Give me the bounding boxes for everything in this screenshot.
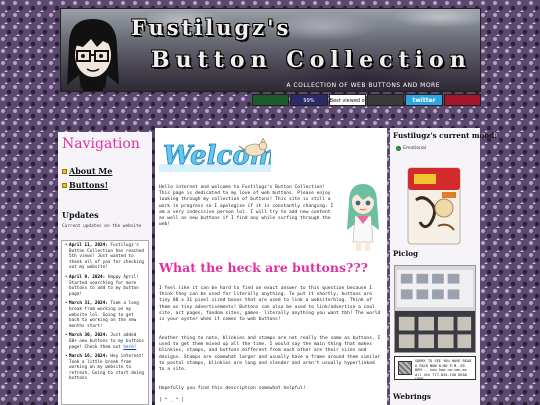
chibi-character-image <box>347 184 379 251</box>
strip-button-3[interactable]: Best viewed on desktop <box>328 94 366 106</box>
update-item: March 31, 2024: Took a long break from w… <box>65 301 145 329</box>
stamp-icon <box>398 361 412 375</box>
piclog-title: Piclog <box>393 249 419 258</box>
strip-button-2[interactable]: 99% <box>290 94 328 106</box>
right-sidebar-panel: Fustilugz's current mood: Emotional Picl… <box>390 128 497 405</box>
updates-title: Updates <box>62 210 99 220</box>
mood-icon <box>396 146 401 151</box>
main-content-panel: Welcome Hello internet and welcome to Fu… <box>155 128 387 405</box>
mood-title: Fustilugz's current mood: <box>393 131 497 140</box>
strip-button-5[interactable]: twitter <box>405 94 443 106</box>
mood-status: Emotional <box>396 146 426 151</box>
nav-link-label: Buttons! <box>69 180 109 190</box>
intro-paragraph: Hello internet and welcome to Fustilugz'… <box>159 185 334 228</box>
update-item: March 30, 2024: Just added 60+ new butto… <box>65 333 145 350</box>
site-title-line-2: Button Collection <box>151 47 472 73</box>
header-banner: Fustilugz's Button Collection A COLLECTI… <box>60 8 481 92</box>
instant-noodle-image <box>407 167 461 245</box>
update-item: April 9, 2024: Happy April! Started sear… <box>65 275 145 297</box>
site-title-line-1: Fustilugz's <box>131 15 292 40</box>
navigation-title: Navigation <box>62 136 140 152</box>
paragraph-4: [ ^ _ ^ ] <box>159 398 184 403</box>
updates-subtitle: Current updates on the website <box>62 224 142 229</box>
paragraph-3: Hopefully you find this description some… <box>159 386 306 391</box>
button-strip: 99% Best viewed on desktop twitter <box>252 94 481 106</box>
navigation-panel: Navigation About Me Buttons! Updates Cur… <box>58 132 152 405</box>
folder-icon <box>62 182 67 188</box>
site-tagline: A COLLECTION OF WEB BUTTONS AND MORE <box>286 82 440 89</box>
nav-link-buttons[interactable]: Buttons! <box>62 180 108 190</box>
paragraph-2: Another thing to note, blinkies and stam… <box>159 336 381 373</box>
nav-link-label: About Me <box>69 166 113 176</box>
piclog-photo <box>394 265 476 353</box>
welcome-graphic: Welcome <box>159 137 271 172</box>
avatar <box>67 19 119 91</box>
update-item: March 16, 2024: Hey internet! Took a lit… <box>65 354 145 382</box>
section-title-buttons-question: What the heck are buttons??? <box>159 260 368 275</box>
updates-scroll-box[interactable]: April 11, 2024: Fustilugz's Button Colle… <box>61 240 149 405</box>
mood-value: Emotional <box>403 146 427 151</box>
strip-button-4[interactable] <box>366 94 405 106</box>
update-link-here[interactable]: here! <box>123 345 136 350</box>
notice-text: SORRY TO SEE YOU HAVE READ A PACK NOW 8:… <box>415 359 472 382</box>
paragraph-1: I feel like it can be hard to find an ex… <box>159 286 381 323</box>
update-item: April 11, 2024: Fustilugz's Button Colle… <box>65 243 145 271</box>
folder-icon <box>62 168 67 174</box>
strip-button-1[interactable] <box>252 94 290 106</box>
strip-button-6[interactable] <box>443 94 481 106</box>
notice-stamp: SORRY TO SEE YOU HAVE READ A PACK NOW 8:… <box>394 356 476 382</box>
nav-link-about-me[interactable]: About Me <box>62 166 112 176</box>
webrings-title: Webrings <box>393 392 431 401</box>
